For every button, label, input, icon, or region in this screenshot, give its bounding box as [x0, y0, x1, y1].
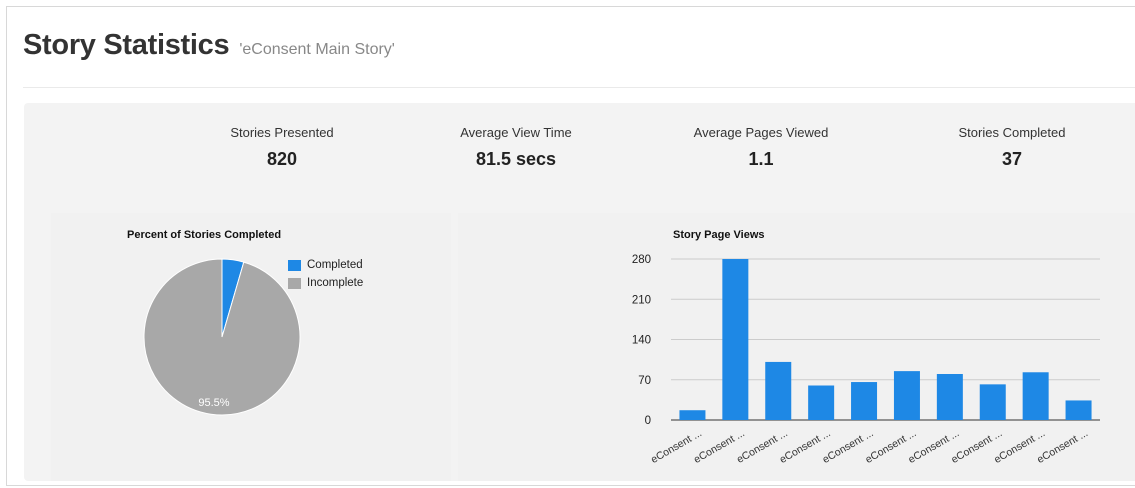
bar[interactable]: [722, 259, 749, 420]
stat-value: 37: [1001, 149, 1023, 169]
title-divider: [23, 87, 1135, 88]
legend-item-incomplete[interactable]: Incomplete: [288, 277, 363, 289]
bar[interactable]: [1022, 372, 1049, 420]
bar[interactable]: [679, 410, 706, 420]
y-tick-label: 140: [632, 335, 651, 347]
story-name-subtitle: 'eConsent Main Story': [239, 41, 395, 58]
stat-label: Average Pages Viewed: [693, 125, 829, 140]
legend-item-completed[interactable]: Completed: [288, 259, 363, 271]
statistics-panel: Stories Presented 820 Average View Time …: [24, 103, 1135, 481]
bar-chart-card: Story Page Views 0 70 140 210 280 eConsent ..…: [458, 213, 1135, 481]
y-tick-label: 0: [645, 415, 651, 427]
dashboard-frame: Story Statistics 'eConsent Main Story' S…: [6, 6, 1135, 486]
legend-label: Completed: [307, 259, 363, 271]
stat-label: Average View Time: [460, 125, 572, 140]
bar[interactable]: [765, 361, 792, 420]
stat-label: Stories Presented: [230, 125, 334, 140]
stat-average-view-time: Average View Time 81.5 secs: [416, 125, 616, 170]
stat-average-pages-viewed: Average Pages Viewed 1.1: [661, 125, 861, 170]
stat-stories-completed: Stories Completed 37: [912, 125, 1112, 170]
bar[interactable]: [979, 384, 1006, 420]
bar-chart: 070140210280eConsent ...eConsent ...eCon…: [632, 254, 1100, 466]
stat-label: Stories Completed: [958, 125, 1066, 140]
page-title: Story Statistics: [23, 29, 230, 61]
stat-value: 81.5 secs: [475, 149, 557, 169]
header: Story Statistics 'eConsent Main Story': [23, 29, 395, 62]
legend-swatch-completed: [288, 259, 301, 271]
bar[interactable]: [893, 371, 920, 420]
pie-chart: 95.5%: [143, 258, 301, 416]
stat-stories-presented: Stories Presented 820: [182, 125, 382, 170]
pie-chart-card: Percent of Stories Completed 95.5% Compl…: [51, 213, 451, 481]
bar[interactable]: [1065, 400, 1092, 420]
pie-slice-label: 95.5%: [198, 397, 229, 409]
stat-value: 820: [266, 149, 298, 169]
bar[interactable]: [808, 385, 835, 421]
pie-slice-incomplete[interactable]: [143, 258, 301, 416]
y-tick-label: 210: [632, 294, 651, 306]
stat-value: 1.1: [748, 149, 774, 169]
legend-swatch-incomplete: [288, 277, 301, 289]
y-tick-label: 70: [638, 375, 651, 387]
legend-label: Incomplete: [307, 277, 364, 289]
bar[interactable]: [936, 374, 963, 420]
bar[interactable]: [851, 382, 878, 420]
y-tick-label: 280: [632, 254, 651, 266]
